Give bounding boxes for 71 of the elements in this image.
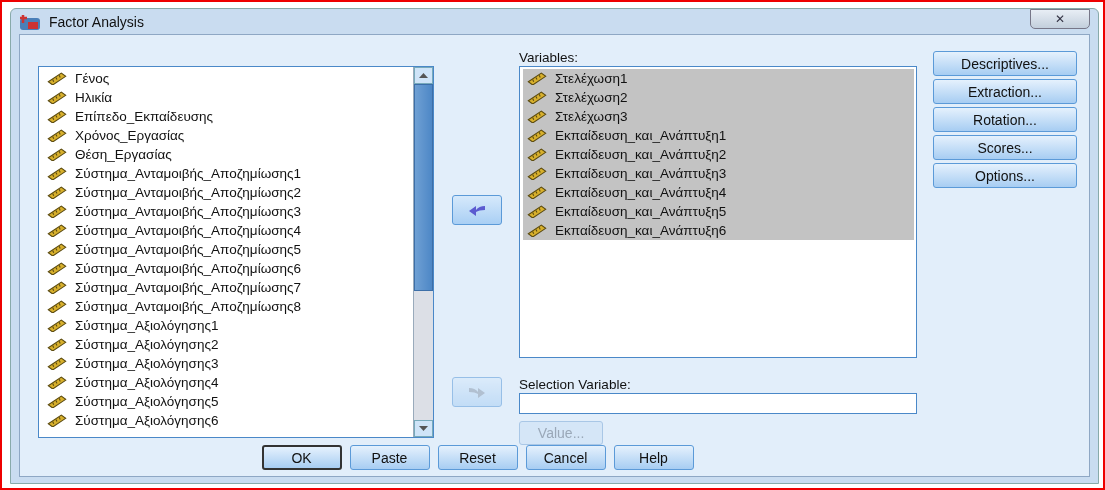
variable-name[interactable]: Σύστημα_Ανταμοιβής_Αποζημίωσης2 (75, 185, 302, 200)
dialog-button[interactable]: Options... (933, 163, 1077, 188)
variable-name[interactable]: Σύστημα_Ανταμοιβής_Αποζημίωσης5 (75, 242, 302, 257)
variable-name[interactable]: Θέση_Εργασίας (75, 147, 172, 162)
ruler-icon (527, 91, 548, 104)
scrollbar[interactable] (412, 67, 433, 437)
ruler-icon (47, 281, 67, 294)
variable-name[interactable]: Σύστημα_Αξιολόγησης3 (75, 356, 219, 371)
variable-name[interactable]: Στελέχωση3 (555, 109, 628, 124)
right-arrow-icon (466, 385, 487, 399)
dialog-button[interactable]: Paste (349, 445, 430, 470)
variable-name[interactable]: Σύστημα_Αξιολόγησης1 (75, 318, 219, 333)
variable-name[interactable]: Ηλικία (75, 90, 113, 105)
variable-name[interactable]: Σύστημα_Αξιολόγησης4 (75, 375, 219, 390)
ruler-icon (47, 91, 67, 104)
ruler-icon (47, 414, 67, 427)
ruler-icon (527, 186, 548, 199)
ruler-icon (527, 72, 548, 85)
ruler-icon (47, 72, 67, 85)
ruler-icon (527, 167, 548, 180)
app-icon (19, 12, 41, 31)
ruler-icon (47, 110, 67, 123)
variables-label: Variables: (519, 49, 580, 66)
variable-name[interactable]: Σύστημα_Ανταμοιβής_Αποζημίωσης3 (75, 204, 302, 219)
ruler-icon (527, 205, 548, 218)
ruler-icon (47, 167, 67, 180)
window-title: Factor Analysis (49, 13, 145, 30)
dialog-button[interactable]: Scores... (933, 135, 1077, 160)
variable-name[interactable]: Σύστημα_Ανταμοιβής_Αποζημίωσης4 (75, 223, 302, 238)
variable-name[interactable]: Χρόνος_Εργασίας (75, 128, 185, 143)
ruler-icon (47, 357, 67, 370)
ruler-icon (47, 186, 67, 199)
dialog-button[interactable]: Help (613, 445, 694, 470)
dialog-button[interactable]: Descriptives... (933, 51, 1077, 76)
variable-name[interactable]: Σύστημα_Αξιολόγησης5 (75, 394, 219, 409)
variable-name[interactable]: Επίπεδο_Εκπαίδευσης (75, 109, 214, 124)
move-button[interactable] (451, 195, 502, 225)
variable-name[interactable]: Σύστημα_Ανταμοιβής_Αποζημίωσης1 (75, 166, 302, 181)
variable-name[interactable]: Σύστημα_Αξιολόγησης2 (75, 337, 219, 352)
ruler-icon (47, 224, 67, 237)
variable-name[interactable]: Σύστημα_Ανταμοιβής_Αποζημίωσης6 (75, 261, 302, 276)
ruler-icon (527, 129, 548, 142)
ruler-icon (47, 319, 67, 332)
ruler-icon (47, 129, 67, 142)
variable-name[interactable]: Σύστημα_Ανταμοιβής_Αποζημίωσης7 (75, 280, 302, 295)
variable-name[interactable]: Σύστημα_Αξιολόγησης6 (75, 413, 219, 428)
variable-name[interactable]: Στελέχωση2 (555, 90, 628, 105)
ruler-icon (527, 110, 548, 123)
ruler-icon (527, 148, 548, 161)
ruler-icon (527, 224, 548, 237)
ruler-icon (47, 395, 67, 408)
ruler-icon (47, 205, 67, 218)
dialog-button[interactable]: Cancel (525, 445, 606, 470)
dialog-button[interactable]: Rotation... (933, 107, 1077, 132)
dialog-button[interactable]: Reset (437, 445, 518, 470)
variable-name[interactable]: Σύστημα_Ανταμοιβής_Αποζημίωσης8 (75, 299, 302, 314)
scroll-up-icon[interactable] (418, 73, 428, 78)
close-button[interactable]: ✕ (1030, 8, 1090, 29)
ruler-icon (47, 148, 67, 161)
variable-name[interactable]: Στελέχωση1 (555, 71, 628, 86)
ruler-icon (47, 300, 67, 313)
ruler-icon (47, 262, 67, 275)
ruler-icon (47, 338, 67, 351)
dialog-button[interactable]: OK (261, 445, 342, 470)
variable-name[interactable]: Γένος (75, 71, 110, 86)
ruler-icon (47, 243, 67, 256)
selection-variable-label: Selection Variable: (519, 376, 632, 393)
selection-variable-field[interactable] (519, 393, 917, 414)
ruler-icon (47, 376, 67, 389)
scroll-down-icon[interactable] (418, 426, 428, 431)
dialog-button[interactable]: Extraction... (933, 79, 1077, 104)
